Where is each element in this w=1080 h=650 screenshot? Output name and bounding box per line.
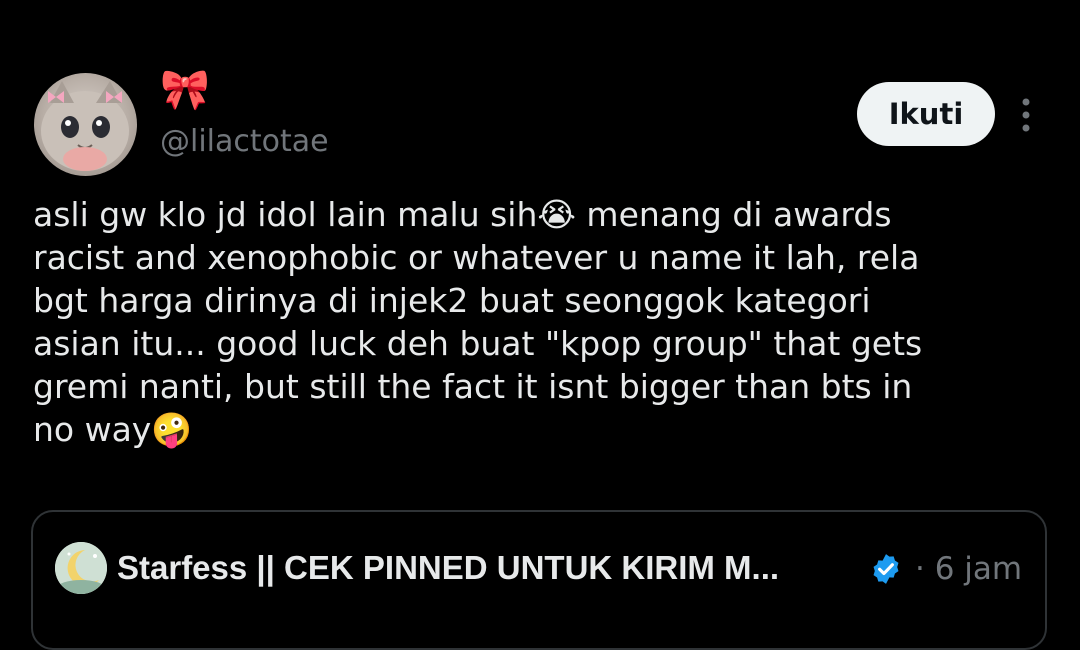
avatar[interactable] bbox=[34, 73, 137, 176]
tweet-text: asli gw klo jd idol lain malu sih😭 menan… bbox=[33, 195, 923, 449]
quoted-tweet-time[interactable]: · 6 jam bbox=[915, 550, 1022, 588]
kitten-avatar-image bbox=[41, 81, 129, 171]
follow-button[interactable]: Ikuti bbox=[857, 82, 995, 146]
quoted-tweet-card[interactable]: Starfess || CEK PINNED UNTUK KIRIM M... … bbox=[31, 510, 1047, 650]
quoted-author-name[interactable]: Starfess || CEK PINNED UNTUK KIRIM M... bbox=[117, 548, 779, 588]
quoted-author-avatar[interactable] bbox=[55, 542, 107, 594]
author-display-name[interactable]: 🎀 bbox=[160, 66, 210, 114]
verified-badge-icon bbox=[869, 552, 903, 586]
vertical-ellipsis-icon[interactable] bbox=[1012, 96, 1040, 134]
author-handle[interactable]: @lilactotae bbox=[160, 124, 329, 160]
